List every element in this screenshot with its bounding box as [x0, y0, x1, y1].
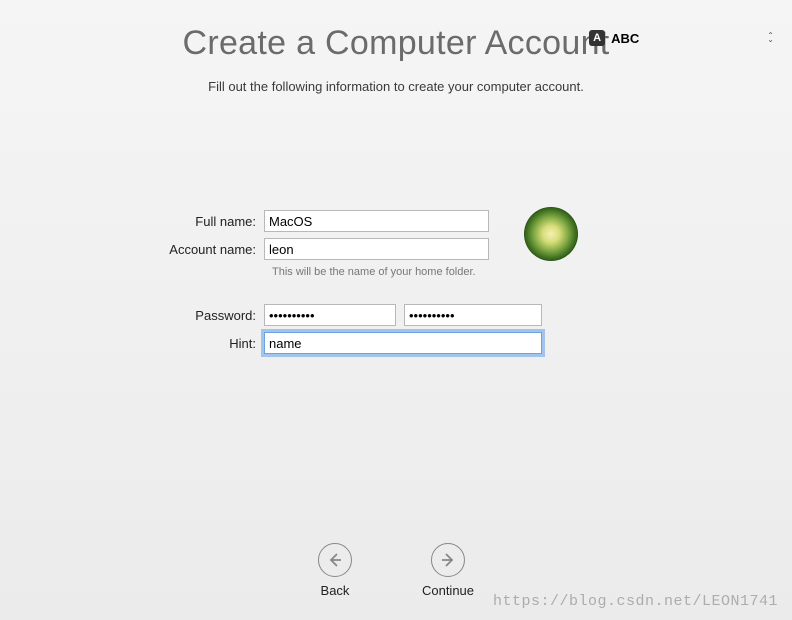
avatar[interactable]	[524, 207, 578, 261]
arrow-left-icon	[318, 543, 352, 577]
menu-bar: A ABC ⌃⌄	[589, 30, 774, 46]
back-button[interactable]: Back	[318, 543, 352, 598]
account-name-helper: This will be the name of your home folde…	[272, 266, 676, 278]
hint-label: Hint:	[116, 336, 264, 351]
input-source-badge-icon: A	[589, 30, 605, 46]
password-label: Password:	[116, 308, 264, 323]
password-confirm-field[interactable]	[404, 304, 542, 326]
stepper-icon[interactable]: ⌃⌄	[767, 34, 774, 42]
account-form: Full name: Account name: This will be th…	[116, 210, 676, 360]
full-name-field[interactable]	[264, 210, 489, 232]
account-name-label: Account name:	[116, 242, 264, 257]
nav-buttons: Back Continue	[318, 543, 474, 598]
continue-button[interactable]: Continue	[422, 543, 474, 598]
hint-field[interactable]	[264, 332, 542, 354]
input-source-indicator[interactable]: A ABC	[589, 30, 639, 46]
full-name-label: Full name:	[116, 214, 264, 229]
password-field[interactable]	[264, 304, 396, 326]
input-source-label: ABC	[611, 31, 639, 46]
account-name-field[interactable]	[264, 238, 489, 260]
page-subtitle: Fill out the following information to cr…	[0, 79, 792, 94]
arrow-right-icon	[431, 543, 465, 577]
